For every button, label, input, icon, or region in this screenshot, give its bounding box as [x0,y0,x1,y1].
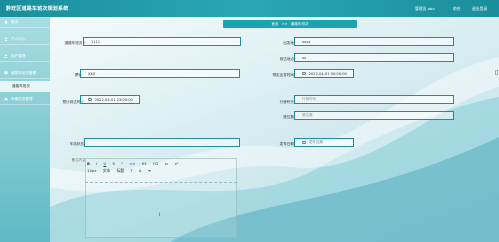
superscript-button[interactable]: x² [175,161,179,166]
user-icon [4,37,8,41]
text-color-button[interactable]: T [130,168,132,173]
logout-link[interactable]: 退出登录 [472,6,487,12]
sidebar-item-route-mgmt[interactable]: 道路车班次管理 [0,68,50,79]
price-label: 票价 [74,73,82,77]
arrive-time-input[interactable]: 2022-04-01 23:00:00 [80,95,140,104]
paragraph-select[interactable]: 文本 [103,168,111,174]
sidebar-subitem-label: 道路车班次 [12,84,30,88]
sidebar-item-vehicles[interactable]: 车辆信息管理 [0,94,50,105]
price-input[interactable]: XXX [80,69,240,78]
departure-date-placeholder: 发车日期 [308,140,323,144]
quote-button[interactable]: " [121,161,123,166]
departure-date-label: 发车日期 [279,142,294,146]
editor-toolbar: B I U S " <> H1 H2 x₂ x² [87,161,237,166]
admin-label: 管理员 abo [415,6,435,11]
subscript-button[interactable]: x₂ [165,161,169,166]
sidebar-item-label: 个人中心 [11,36,26,41]
duration-label: 行驶时长 [279,100,294,104]
align-button[interactable]: ≡ [148,168,151,173]
text-cursor-icon: I [159,212,161,217]
calendar-icon [302,140,306,145]
depart-time-value: 2022-04-01 00:00:00 [308,71,347,76]
route-code-input[interactable]: 1111 [83,37,241,46]
sidebar-item-label: 首页 [11,19,19,24]
duration-input[interactable]: 行驶时长 [294,95,454,104]
app-title: 黔旺区道路车班次规划系统 [6,6,69,12]
clock-icon [302,71,306,76]
scrollbar-thumb[interactable] [495,70,498,75]
depart-time-label: 预定出发时间 [272,73,294,77]
breadcrumb-current: 道路车班次 [290,21,309,26]
home-link[interactable]: 前台 [453,6,461,12]
departure-date-input[interactable]: 发车日期 [294,138,354,147]
code-button[interactable]: <> [129,161,135,166]
editor-toolbar-row2: 14px 文本 标题 T A ≡ [87,168,237,174]
bus-icon [4,71,8,75]
font-size-select[interactable]: 14px [87,168,97,173]
depart-time-input[interactable]: 2022-04-01 00:00:00 [294,69,354,78]
origin-label: 出发地 [283,41,294,45]
h2-button[interactable]: H2 [153,161,158,166]
breadcrumb: 首页 >> 道路车班次 [223,20,357,28]
destination-input[interactable]: xx [294,53,454,62]
sidebar-item-label: 道路车班次管理 [11,70,37,75]
notes-label: 备注内容 [71,158,86,162]
sidebar: 首页 个人中心 用户管理 道路车班次管理 道路车班次 车辆信息管理 [0,17,50,242]
seats-label: 座位数 [283,115,294,119]
sidebar-item-users[interactable]: 用户管理 [0,51,50,62]
font-button[interactable]: A [139,168,142,173]
sidebar-subitem-routes[interactable]: 道路车班次 [0,81,50,92]
breadcrumb-root[interactable]: 首页 [271,22,278,27]
italic-button[interactable]: I [96,161,97,166]
strike-button[interactable]: S [112,161,114,166]
status-input[interactable] [84,138,240,147]
h1-button[interactable]: H1 [142,161,147,166]
clock-icon [88,97,92,102]
heading-select[interactable]: 标题 [117,168,125,174]
sidebar-item-profile[interactable]: 个人中心 [0,34,50,45]
destination-label: 到达地点 [279,57,294,61]
home-icon [4,20,8,24]
origin-input[interactable]: xxxx [294,37,454,46]
breadcrumb-separator: >> [281,22,288,26]
editor-divider [85,182,237,183]
arrive-time-value: 2022-04-01 23:00:00 [94,97,133,102]
users-icon [4,54,8,58]
top-bar: 黔旺区道路车班次规划系统 管理员 abo 前台 退出登录 [0,0,499,17]
sidebar-item-label: 车辆信息管理 [11,96,33,101]
sidebar-item-home[interactable]: 首页 [0,17,50,28]
seats-input[interactable]: 座位数 [294,111,454,120]
bold-button[interactable]: B [87,161,90,166]
sidebar-item-label: 用户管理 [11,53,26,58]
car-icon [4,97,8,101]
status-label: 车站状态 [69,142,84,146]
underline-button[interactable]: U [103,161,106,166]
